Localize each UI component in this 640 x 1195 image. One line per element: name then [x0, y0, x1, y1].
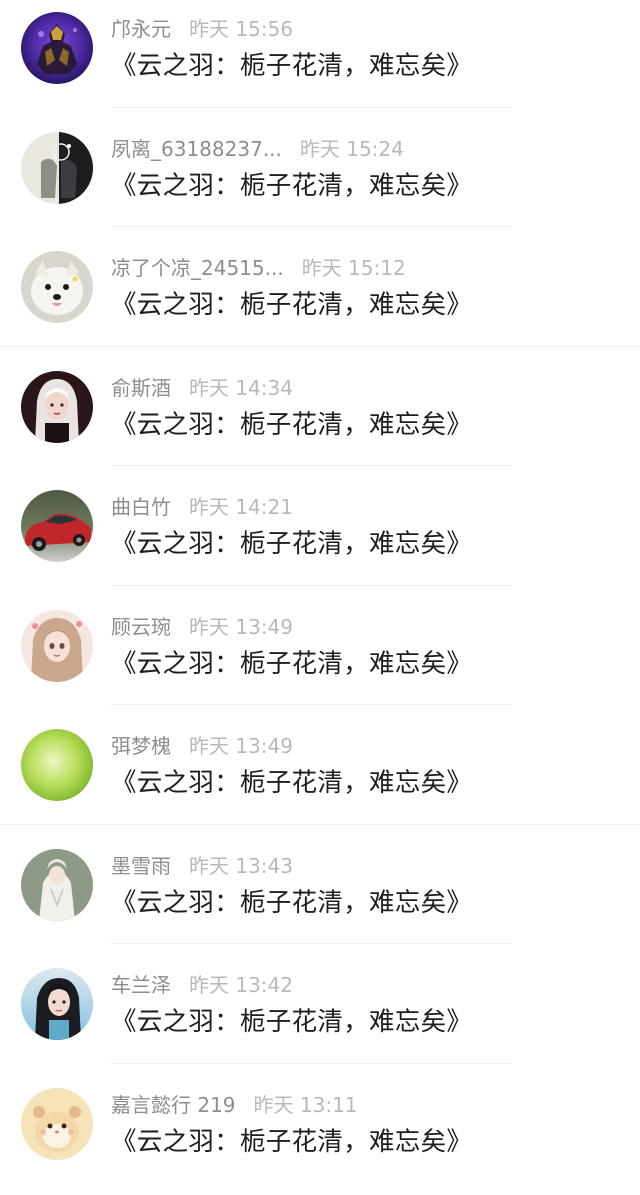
comment-text: 《云之羽：栀子花清，难忘矣》 — [111, 407, 472, 443]
username[interactable]: 弭梦槐 — [111, 734, 171, 758]
comment-meta: 车兰泽昨天 13:42 — [111, 970, 293, 1000]
avatar[interactable] — [21, 371, 93, 443]
comment-item[interactable]: 车兰泽昨天 13:42 《云之羽：栀子花清，难忘矣》 — [0, 956, 640, 1076]
comment-list: 邝永元昨天 15:56 《云之羽：栀子花清，难忘矣》 夙离_63188237..… — [0, 0, 640, 1177]
comment-item[interactable]: 俞斯酒昨天 14:34 《云之羽：栀子花清，难忘矣》 — [0, 359, 640, 479]
anime-girl-avatar-icon — [21, 610, 93, 682]
divider — [111, 226, 512, 227]
comment-text: 《云之羽：栀子花清，难忘矣》 — [111, 168, 472, 204]
comment-text: 《云之羽：栀子花清，难忘矣》 — [111, 48, 472, 84]
username[interactable]: 俞斯酒 — [111, 376, 171, 400]
avatar[interactable] — [21, 610, 93, 682]
username[interactable]: 邝永元 — [111, 17, 171, 41]
divider — [111, 704, 512, 705]
timestamp: 昨天 13:11 — [254, 1093, 358, 1117]
comment-meta: 邝永元昨天 15:56 — [111, 14, 293, 44]
timestamp: 昨天 14:21 — [189, 495, 293, 519]
comment-item[interactable]: 弭梦槐昨天 13:49 《云之羽：栀子花清，难忘矣》 — [0, 717, 640, 837]
avatar[interactable] — [21, 729, 93, 801]
comment-meta: 墨雪雨昨天 13:43 — [111, 851, 293, 881]
comment-item[interactable]: 凉了个凉_24515... 昨天 15:12 《云之羽：栀子花清，难忘矣》 — [0, 239, 640, 359]
username[interactable]: 车兰泽 — [111, 973, 171, 997]
divider — [111, 943, 512, 944]
green-gradient-avatar-icon — [21, 729, 93, 801]
username[interactable]: 嘉言懿行 219 — [111, 1093, 236, 1117]
avatar[interactable] — [21, 849, 93, 921]
timestamp: 昨天 13:49 — [189, 615, 293, 639]
comment-text: 《云之羽：栀子花清，难忘矣》 — [111, 526, 472, 562]
white-haired-girl-avatar-icon — [21, 371, 93, 443]
avatar[interactable] — [21, 132, 93, 204]
comment-meta: 嘉言懿行 219 昨天 13:11 — [111, 1090, 358, 1120]
hamster-avatar-icon — [21, 1088, 93, 1160]
comment-meta: 俞斯酒昨天 14:34 — [111, 373, 293, 403]
username[interactable]: 凉了个凉_24515... — [111, 256, 284, 280]
username[interactable]: 顾云琬 — [111, 615, 171, 639]
comment-meta: 凉了个凉_24515... 昨天 15:12 — [111, 253, 406, 283]
username[interactable]: 夙离_63188237... — [111, 137, 282, 161]
white-robed-figure-avatar-icon — [21, 849, 93, 921]
timestamp: 昨天 15:56 — [189, 17, 293, 41]
white-dog-avatar-icon — [21, 251, 93, 323]
divider — [0, 824, 640, 825]
divider — [111, 585, 512, 586]
comment-meta: 弭梦槐昨天 13:49 — [111, 731, 293, 761]
comment-text: 《云之羽：栀子花清，难忘矣》 — [111, 287, 472, 323]
comment-item[interactable]: 邝永元昨天 15:56 《云之羽：栀子花清，难忘矣》 — [0, 0, 640, 120]
timestamp: 昨天 13:43 — [189, 854, 293, 878]
divider — [111, 465, 512, 466]
timestamp: 昨天 15:24 — [300, 137, 404, 161]
comment-item[interactable]: 墨雪雨昨天 13:43 《云之羽：栀子花清，难忘矣》 — [0, 837, 640, 957]
comment-text: 《云之羽：栀子花清，难忘矣》 — [111, 1004, 472, 1040]
comment-meta: 顾云琬昨天 13:49 — [111, 612, 293, 642]
comment-text: 《云之羽：栀子花清，难忘矣》 — [111, 646, 472, 682]
comment-item[interactable]: 嘉言懿行 219 昨天 13:11 《云之羽：栀子花清，难忘矣》 — [0, 1076, 640, 1195]
comment-text: 《云之羽：栀子花清，难忘矣》 — [111, 765, 472, 801]
avatar[interactable] — [21, 12, 93, 84]
comment-item[interactable]: 曲白竹昨天 14:21 《云之羽：栀子花清，难忘矣》 — [0, 478, 640, 598]
half-dark-figure-avatar-icon — [21, 132, 93, 204]
red-car-avatar-icon — [21, 490, 93, 562]
comment-meta: 曲白竹昨天 14:21 — [111, 492, 293, 522]
avatar[interactable] — [21, 968, 93, 1040]
divider — [111, 1063, 512, 1064]
username[interactable]: 墨雪雨 — [111, 854, 171, 878]
avatar[interactable] — [21, 490, 93, 562]
timestamp: 昨天 13:49 — [189, 734, 293, 758]
timestamp: 昨天 13:42 — [189, 973, 293, 997]
comment-meta: 夙离_63188237... 昨天 15:24 — [111, 134, 404, 164]
dark-haired-girl-avatar-icon — [21, 968, 93, 1040]
timestamp: 昨天 15:12 — [302, 256, 406, 280]
armored-warrior-avatar-icon — [21, 12, 93, 84]
avatar[interactable] — [21, 251, 93, 323]
divider — [111, 107, 512, 108]
comment-text: 《云之羽：栀子花清，难忘矣》 — [111, 1124, 472, 1160]
comment-text: 《云之羽：栀子花清，难忘矣》 — [111, 885, 472, 921]
username[interactable]: 曲白竹 — [111, 495, 171, 519]
comment-item[interactable]: 顾云琬昨天 13:49 《云之羽：栀子花清，难忘矣》 — [0, 598, 640, 718]
comment-item[interactable]: 夙离_63188237... 昨天 15:24 《云之羽：栀子花清，难忘矣》 — [0, 120, 640, 240]
avatar[interactable] — [21, 1088, 93, 1160]
timestamp: 昨天 14:34 — [189, 376, 293, 400]
divider — [0, 346, 640, 347]
